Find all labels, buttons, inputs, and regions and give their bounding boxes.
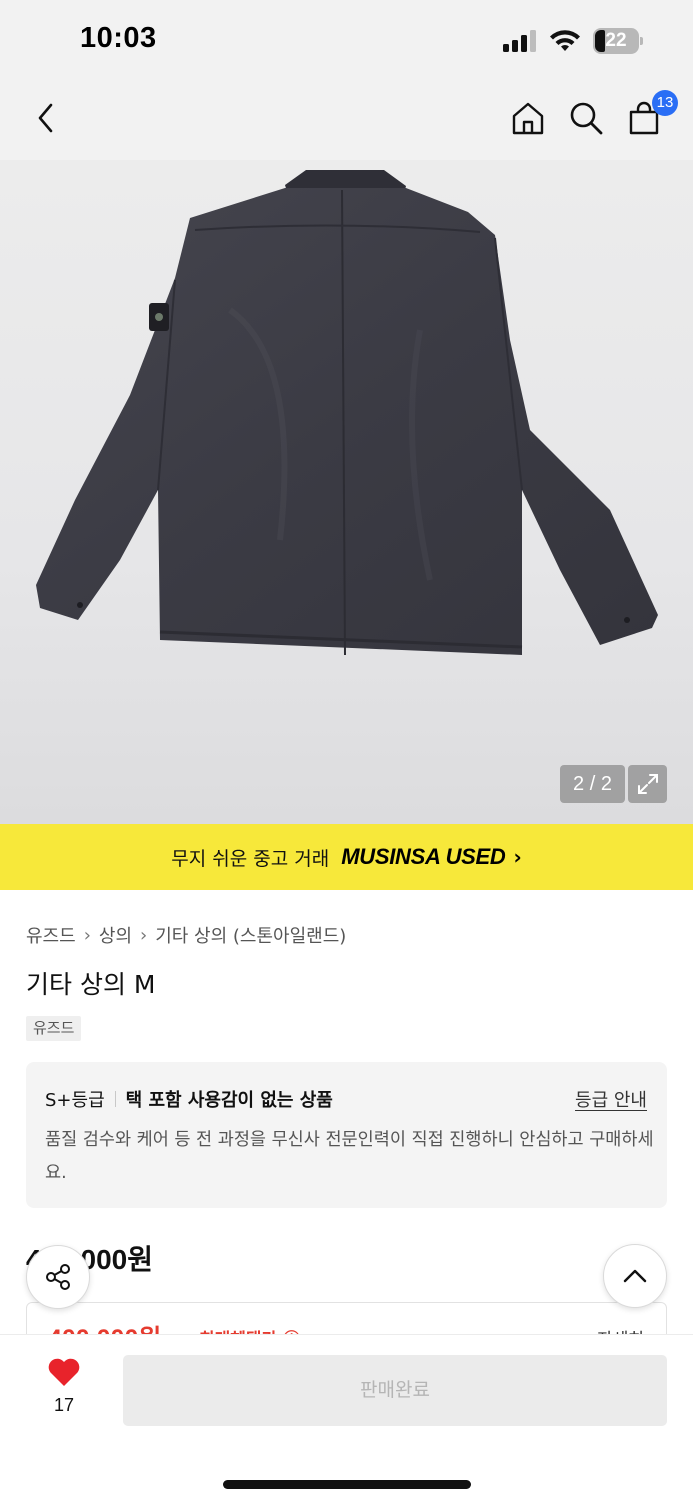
breadcrumb: 유즈드 › 상의 › 기타 상의 (스톤아일랜드) bbox=[26, 922, 346, 948]
nav-header: 13 bbox=[0, 82, 693, 160]
grade-summary: 택 포함 사용감이 없는 상품 bbox=[125, 1090, 333, 1111]
image-counter: 2 / 2 bbox=[560, 765, 625, 803]
battery-icon: 22 bbox=[593, 28, 643, 54]
share-button[interactable] bbox=[26, 1245, 90, 1309]
search-button[interactable] bbox=[564, 96, 608, 140]
expand-icon bbox=[637, 774, 658, 794]
status-icons: 22 bbox=[503, 27, 643, 55]
back-icon bbox=[38, 103, 53, 133]
bottom-action-bar: 17 판매완료 bbox=[0, 1334, 693, 1500]
sold-out-button[interactable]: 판매완료 bbox=[123, 1355, 667, 1426]
grade-description: 품질 검수와 케어 등 전 과정을 무신사 전문인력이 직접 진행하니 안심하고… bbox=[45, 1130, 654, 1183]
breadcrumb-item-tops[interactable]: 상의 bbox=[99, 922, 132, 948]
home-indicator bbox=[223, 1480, 471, 1489]
battery-level: 22 bbox=[605, 30, 627, 51]
grade-guide-link[interactable]: 등급 안내 bbox=[575, 1086, 647, 1112]
divider bbox=[114, 1091, 116, 1107]
chevron-right-icon: › bbox=[513, 845, 522, 869]
share-icon bbox=[46, 1264, 70, 1290]
product-title: 기타 상의 M bbox=[26, 970, 156, 999]
grade-name: S+등급 bbox=[45, 1090, 105, 1111]
search-icon bbox=[570, 102, 603, 135]
home-icon bbox=[512, 102, 544, 135]
chevron-right-icon: › bbox=[140, 924, 148, 946]
like-count: 17 bbox=[53, 1395, 75, 1415]
like-button[interactable]: 17 bbox=[40, 1357, 88, 1416]
musinsa-used-banner[interactable]: 무지 쉬운 중고 거래 MUSINSA USED › bbox=[0, 824, 693, 890]
banner-brand: MUSINSA USED bbox=[341, 844, 506, 869]
status-time: 10:03 bbox=[80, 22, 157, 54]
grade-info-box: S+등급 택 포함 사용감이 없는 상품 등급 안내 품질 검수와 케어 등 전… bbox=[26, 1062, 667, 1208]
expand-image-button[interactable] bbox=[628, 765, 667, 803]
cart-button[interactable]: 13 bbox=[622, 90, 678, 140]
status-bar: 10:03 22 bbox=[0, 0, 693, 82]
product-detail-page: 10:03 22 13 2 / 2 무지 쉬운 중고 거래 MUSINSA US… bbox=[0, 0, 693, 1500]
signal-icon bbox=[503, 30, 536, 52]
jacket-photo bbox=[36, 170, 658, 656]
chevron-right-icon: › bbox=[83, 924, 91, 946]
chevron-up-icon bbox=[623, 1269, 647, 1283]
used-tag: 유즈드 bbox=[26, 1016, 82, 1041]
cart-count-badge: 13 bbox=[652, 90, 678, 116]
home-button[interactable] bbox=[506, 96, 550, 140]
banner-text: 무지 쉬운 중고 거래 bbox=[171, 847, 330, 870]
scroll-top-button[interactable] bbox=[603, 1244, 667, 1308]
back-button[interactable] bbox=[24, 96, 68, 140]
grade-header: S+등급 택 포함 사용감이 없는 상품 bbox=[45, 1086, 333, 1112]
breadcrumb-item-other-tops[interactable]: 기타 상의 (스톤아일랜드) bbox=[155, 922, 346, 948]
product-image-gallery[interactable] bbox=[0, 160, 693, 824]
wifi-icon bbox=[550, 30, 580, 51]
heart-icon bbox=[48, 1358, 80, 1386]
breadcrumb-item-used[interactable]: 유즈드 bbox=[26, 922, 76, 948]
